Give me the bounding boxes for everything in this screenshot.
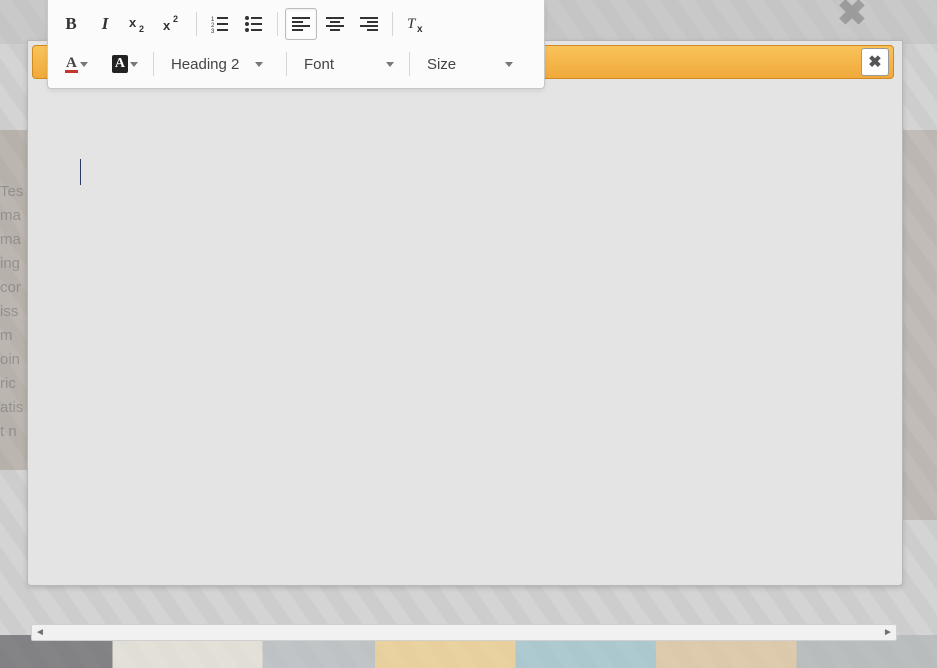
bg-color-icon: A — [112, 55, 128, 73]
chevron-down-icon — [505, 62, 513, 67]
bold-icon: B — [65, 14, 76, 34]
toolbar-separator — [153, 52, 154, 76]
chevron-down-icon — [255, 62, 263, 67]
close-button[interactable]: ✖ — [861, 48, 889, 76]
unordered-list-button[interactable] — [238, 8, 270, 40]
chevron-down-icon — [130, 62, 138, 67]
text-cursor — [80, 159, 81, 185]
font-size-label: Size — [427, 56, 456, 73]
clear-formatting-button[interactable]: T x — [400, 8, 432, 40]
subscript-icon: x 2 — [129, 14, 149, 34]
toolbar-separator — [409, 52, 410, 76]
bg-color-dropdown[interactable]: A — [101, 48, 147, 80]
toolbar-separator — [277, 12, 278, 36]
svg-text:3: 3 — [211, 29, 215, 33]
paragraph-format-label: Heading 2 — [171, 56, 239, 73]
italic-button[interactable]: I — [89, 8, 121, 40]
svg-text:2: 2 — [173, 14, 178, 24]
align-left-button[interactable] — [285, 8, 317, 40]
svg-text:T: T — [407, 16, 417, 32]
align-center-button[interactable] — [319, 8, 351, 40]
superscript-icon: x 2 — [163, 14, 183, 34]
toolbar-row-2: A A Heading 2 Font Size — [54, 44, 538, 84]
ordered-list-button[interactable]: 1 2 3 — [204, 8, 236, 40]
chevron-down-icon — [80, 62, 88, 67]
toolbar-separator — [196, 12, 197, 36]
scroll-left-arrow[interactable]: ◄ — [32, 625, 48, 640]
close-icon: ✖ — [868, 52, 881, 72]
text-color-icon: A — [65, 56, 78, 73]
chevron-down-icon — [386, 62, 394, 67]
bold-button[interactable]: B — [55, 8, 87, 40]
ordered-list-icon: 1 2 3 — [211, 15, 229, 33]
align-center-icon — [326, 15, 344, 33]
svg-text:x: x — [163, 18, 171, 33]
svg-text:x: x — [129, 15, 137, 30]
align-right-button[interactable] — [353, 8, 385, 40]
toolbar-separator — [392, 12, 393, 36]
align-right-icon — [360, 15, 378, 33]
superscript-button[interactable]: x 2 — [157, 8, 189, 40]
toolbar-row-1: B I x 2 x 2 1 — [54, 4, 538, 44]
svg-text:x: x — [417, 24, 423, 34]
editor-modal: ✖ B I x 2 x 2 — [27, 0, 901, 640]
bg-image-right — [897, 130, 937, 520]
font-size-dropdown[interactable]: Size — [416, 48, 522, 80]
scroll-track[interactable] — [48, 625, 880, 640]
bg-partial-text: Tes ma ma ing cor iss m oin ric atis t n — [0, 180, 23, 444]
font-family-label: Font — [304, 56, 334, 73]
italic-icon: I — [102, 14, 109, 34]
modal-body — [27, 40, 903, 586]
editor-surface[interactable] — [48, 139, 882, 565]
horizontal-scrollbar[interactable]: ◄ ► — [31, 624, 897, 641]
editor-toolbar: B I x 2 x 2 1 — [47, 0, 545, 89]
subscript-button[interactable]: x 2 — [123, 8, 155, 40]
scroll-right-arrow[interactable]: ► — [880, 625, 896, 640]
paragraph-format-dropdown[interactable]: Heading 2 — [160, 48, 280, 80]
unordered-list-icon — [245, 15, 263, 33]
svg-text:2: 2 — [139, 24, 144, 34]
toolbar-separator — [286, 52, 287, 76]
align-left-icon — [292, 15, 310, 33]
font-family-dropdown[interactable]: Font — [293, 48, 403, 80]
clear-formatting-icon: T x — [406, 14, 426, 34]
text-color-dropdown[interactable]: A — [54, 48, 97, 80]
